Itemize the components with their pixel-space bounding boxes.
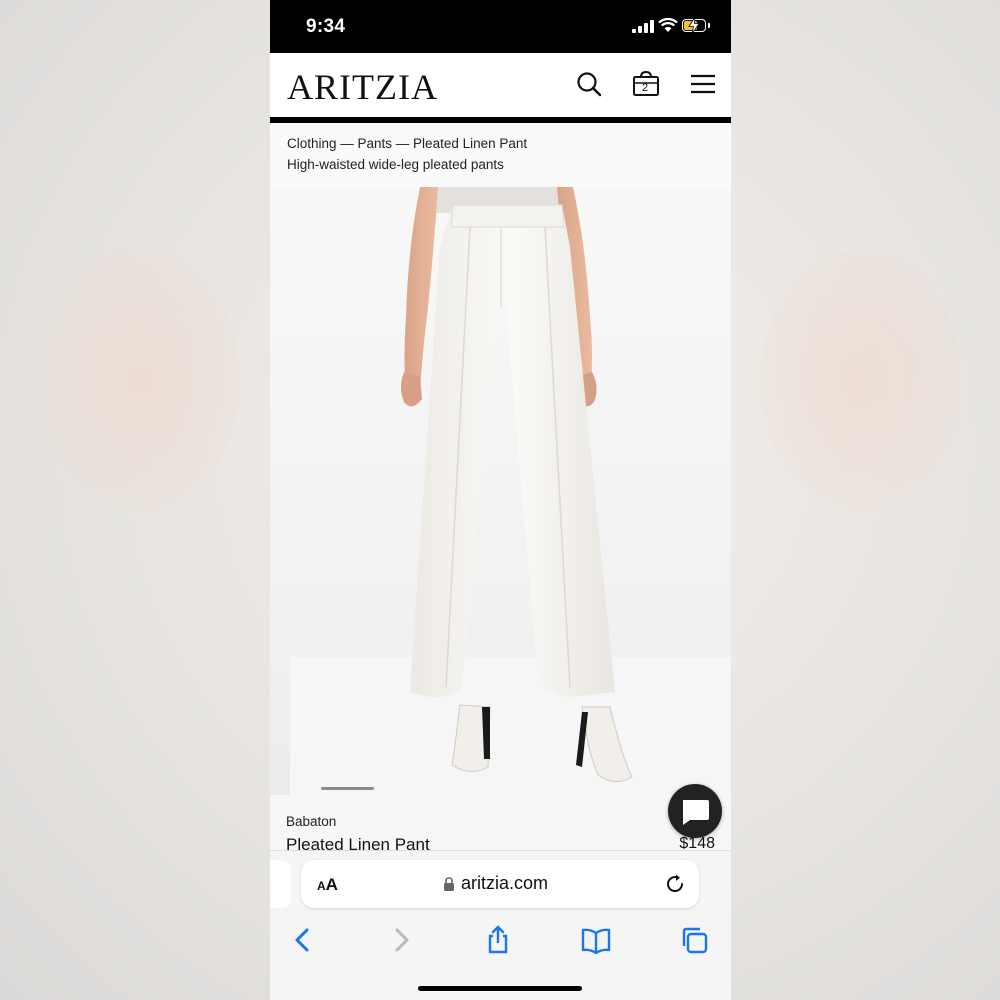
bookmarks-icon[interactable] — [581, 925, 611, 955]
product-image[interactable] — [270, 187, 731, 795]
carousel-indicator[interactable] — [321, 787, 374, 790]
cellular-signal-icon — [632, 20, 654, 33]
aritzia-logo[interactable]: ARITZIA — [287, 66, 438, 108]
tabs-icon[interactable] — [679, 925, 709, 955]
backdrop-glow-right — [760, 250, 960, 510]
product-info: Babaton Pleated Linen Pant $148 — [270, 795, 731, 854]
bag-button[interactable]: 2 — [631, 69, 661, 99]
chat-button[interactable] — [668, 784, 722, 838]
product-brand[interactable]: Babaton — [286, 814, 336, 829]
share-icon[interactable] — [483, 925, 513, 955]
lock-icon — [444, 877, 454, 891]
search-icon[interactable] — [574, 69, 604, 99]
reload-icon[interactable] — [664, 873, 686, 895]
bag-count: 2 — [642, 82, 649, 94]
backdrop-glow-left — [40, 250, 240, 510]
pants-illustration — [290, 187, 731, 795]
status-time: 9:34 — [306, 16, 346, 37]
breadcrumb: Clothing — Pants — Pleated Linen Pant Hi… — [270, 123, 731, 187]
forward-icon[interactable] — [386, 925, 416, 955]
url-text: aritzia.com — [461, 873, 549, 893]
site-header: ARITZIA 2 — [270, 53, 731, 123]
home-indicator — [418, 986, 582, 991]
text-size-large-a: A — [325, 875, 338, 894]
battery-cap — [708, 23, 710, 28]
status-bar: 9:34 — [270, 0, 731, 53]
text-size-small-a: A — [317, 879, 326, 893]
back-icon[interactable] — [288, 925, 318, 955]
wifi-icon — [658, 18, 678, 32]
breadcrumb-path[interactable]: Clothing — Pants — Pleated Linen Pant — [287, 136, 527, 151]
chat-bubble-icon — [683, 800, 709, 825]
phone-screen: 9:34 ARITZIA 2 Clothing — Pants — Pleate… — [270, 0, 731, 1000]
product-subtitle: High-waisted wide-leg pleated pants — [287, 157, 504, 172]
previous-tab-peek[interactable] — [270, 860, 291, 908]
text-size-button[interactable]: AA — [317, 875, 338, 895]
address-bar[interactable]: AA aritzia.com — [301, 860, 699, 908]
browser-toolbar: AA aritzia.com — [270, 850, 731, 1000]
menu-icon[interactable] — [688, 69, 718, 99]
charging-bolt-icon — [688, 17, 700, 34]
